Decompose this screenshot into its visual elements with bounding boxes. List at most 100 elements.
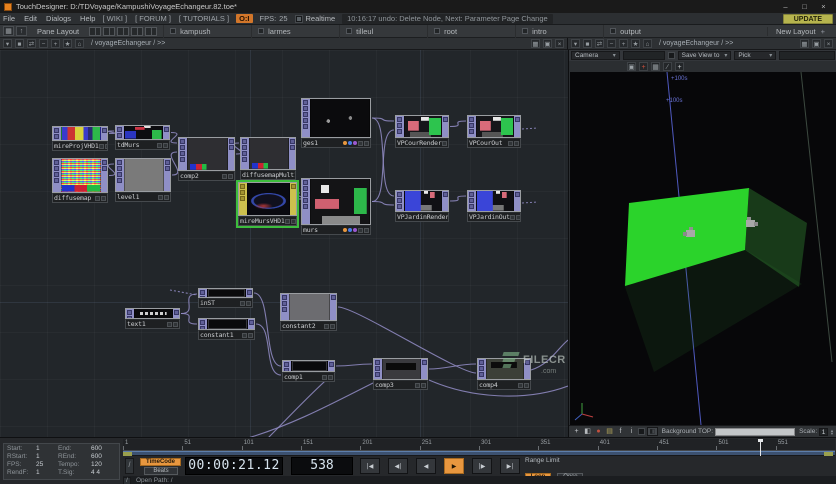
node-flag-icon[interactable] — [328, 375, 333, 380]
node-flag-icon[interactable] — [246, 301, 251, 306]
node-flag-icon[interactable] — [285, 219, 290, 224]
pane-preset-icon[interactable] — [103, 27, 115, 36]
node-flag-icon[interactable] — [516, 215, 521, 220]
node-flag-icon[interactable] — [364, 141, 369, 146]
node-flag-icon[interactable] — [242, 333, 247, 338]
timeline-ruler[interactable]: 151101151201251301351401451501551 — [123, 439, 835, 451]
geometry-icon[interactable]: ▦ — [651, 62, 660, 71]
node-text1[interactable]: text1 — [125, 308, 180, 329]
node-VPJardinRender[interactable]: VPJardinRender — [395, 190, 449, 222]
pick-input[interactable] — [779, 51, 835, 60]
new-layout-tab[interactable]: New Layout + — [767, 27, 833, 36]
grid-icon[interactable]: ▦ — [800, 39, 809, 48]
play-forward-button[interactable]: ▶ — [444, 458, 464, 474]
panel-icon[interactable]: ▣ — [543, 39, 552, 48]
pane-tab-tilleul[interactable]: tilleul — [339, 25, 427, 38]
path-slash-button[interactable]: / — [125, 458, 134, 474]
node-flag-icon[interactable] — [442, 141, 447, 146]
display-dot-icon[interactable] — [343, 141, 347, 145]
chevron-down-icon[interactable]: ▾ — [3, 39, 12, 48]
playhead[interactable] — [760, 439, 761, 456]
menu-file[interactable]: File — [3, 14, 15, 23]
camera-toggle-icon[interactable]: ◧ — [583, 427, 592, 436]
setting-value[interactable]: 1 — [36, 445, 58, 453]
jump-start-button[interactable]: |◀ — [360, 458, 380, 474]
add-view-icon[interactable]: + — [572, 427, 581, 436]
timecode-button[interactable]: TimeCode — [140, 458, 181, 466]
zoom-out-icon[interactable]: − — [39, 39, 48, 48]
node-VPJardinOut[interactable]: VPJardinOut — [467, 190, 521, 222]
zoom-in-icon[interactable]: + — [51, 39, 60, 48]
node-VPCourRender[interactable]: VPCourRender — [395, 115, 449, 148]
add-light-icon[interactable]: + — [639, 62, 648, 71]
viewport-path[interactable]: / voyageEchangeur / >> — [656, 40, 733, 47]
node-constant1[interactable]: constant1 — [198, 318, 255, 340]
display-dot-icon[interactable] — [348, 228, 352, 232]
add-layout-button[interactable]: + — [821, 27, 825, 36]
node-flag-icon[interactable] — [322, 375, 327, 380]
node-flag-icon[interactable] — [358, 228, 363, 233]
swap-icon[interactable]: ⇄ — [27, 39, 36, 48]
node-flag-icon[interactable] — [240, 301, 245, 306]
close-button[interactable]: × — [815, 1, 832, 12]
swap-icon[interactable]: ⇄ — [595, 39, 604, 48]
node-flag-icon[interactable] — [510, 215, 515, 220]
display-dot-icon[interactable] — [353, 141, 357, 145]
scale-value[interactable]: 1 — [819, 428, 828, 436]
timeline-range-bar[interactable] — [123, 451, 835, 456]
node-diffusemap[interactable]: diffusemap — [52, 158, 108, 203]
pane-preset-icon[interactable] — [89, 27, 101, 36]
node-flag-icon[interactable] — [99, 144, 104, 149]
step-forward-button[interactable]: |▶ — [472, 458, 492, 474]
node-flag-icon[interactable] — [105, 144, 108, 149]
node-flag-icon[interactable] — [508, 141, 513, 146]
node-flag-icon[interactable] — [222, 174, 227, 179]
record-dot-icon[interactable]: ● — [594, 427, 603, 436]
font-icon[interactable]: f — [616, 427, 625, 436]
close-icon[interactable]: × — [824, 39, 833, 48]
pane-preset-icon[interactable] — [145, 27, 157, 36]
node-flag-icon[interactable] — [291, 219, 296, 224]
maximize-button[interactable]: □ — [796, 1, 813, 12]
node-flag-icon[interactable] — [514, 141, 519, 146]
stop-icon[interactable]: ■ — [15, 39, 24, 48]
info-icon[interactable]: i — [627, 427, 636, 436]
move-icon[interactable]: + — [675, 62, 684, 71]
node-mireProjVHD1[interactable]: mireProjVHD1 — [52, 126, 108, 151]
home-icon[interactable]: ⌂ — [643, 39, 652, 48]
menu-dialogs[interactable]: Dialogs — [46, 14, 71, 23]
camera-select[interactable]: Camera▾ — [571, 51, 620, 60]
minimize-button[interactable]: – — [777, 1, 794, 12]
home-icon[interactable]: ⌂ — [75, 39, 84, 48]
maximize-pane-icon[interactable]: ↑ — [16, 26, 27, 36]
realtime-toggle[interactable]: Realtime — [295, 14, 336, 23]
node-flag-icon[interactable] — [364, 228, 369, 233]
node-VPCourOut[interactable]: VPCourOut — [467, 115, 521, 148]
pane-preset-icon[interactable] — [131, 27, 143, 36]
pane-tab-output[interactable]: output — [603, 25, 691, 38]
node-flag-icon[interactable] — [95, 196, 100, 201]
background-top-field[interactable] — [715, 428, 795, 436]
background-swatch-icon[interactable]: ◧ — [647, 427, 658, 436]
node-diffusemapMult1[interactable]: diffusemapMult1 — [240, 137, 296, 180]
split-pane-icon[interactable]: ▦ — [3, 26, 14, 36]
node-flag-icon[interactable] — [358, 141, 363, 146]
pick-select[interactable]: Pick▾ — [734, 51, 776, 60]
node-flag-icon[interactable] — [101, 196, 106, 201]
network-path[interactable]: / voyageEchangeur / >> — [88, 40, 165, 47]
oi-badge[interactable]: O:I — [236, 14, 252, 23]
stop-icon[interactable]: ■ — [583, 39, 592, 48]
display-dot-icon[interactable] — [343, 228, 347, 232]
link-forum[interactable]: [ FORUM ] — [135, 14, 171, 23]
close-icon[interactable]: × — [555, 39, 564, 48]
display-icon[interactable]: ▣ — [627, 62, 636, 71]
range-end-marker[interactable] — [824, 452, 833, 456]
link-wiki[interactable]: [ WIKI ] — [102, 14, 127, 23]
node-comp1[interactable]: comp1 — [282, 360, 335, 382]
save-view-select[interactable]: Save View to▾ — [678, 51, 732, 60]
node-flag-icon[interactable] — [173, 322, 178, 327]
menu-edit[interactable]: Edit — [24, 14, 37, 23]
scale-spinner[interactable]: ▲▼ — [830, 429, 834, 435]
pane-tab-intro[interactable]: intro — [515, 25, 603, 38]
pane-preset-icon[interactable] — [117, 27, 129, 36]
